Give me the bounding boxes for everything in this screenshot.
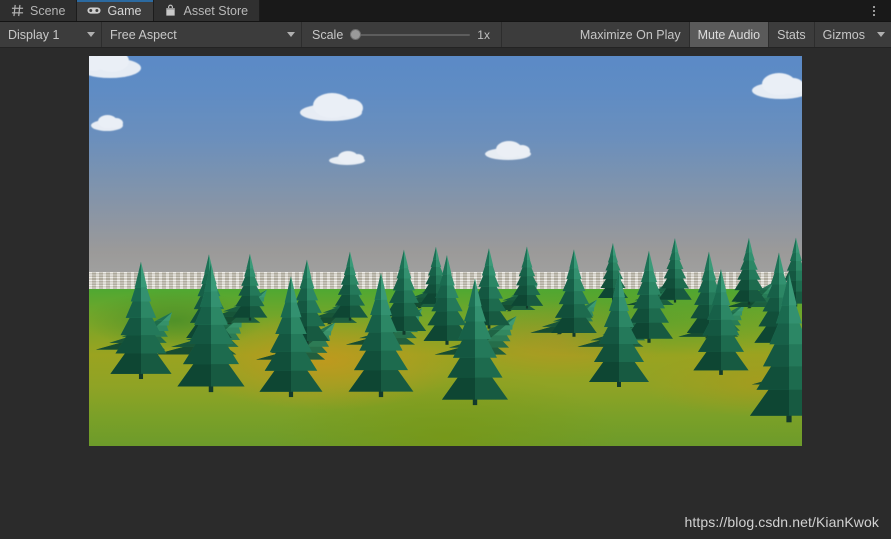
- shopping-bag-icon: [164, 4, 178, 18]
- mute-audio-label: Mute Audio: [697, 27, 761, 42]
- tree-layer: [89, 56, 802, 446]
- mute-audio-button[interactable]: Mute Audio: [689, 22, 770, 47]
- low-poly-trees: [94, 237, 802, 423]
- watermark-text: https://blog.csdn.net/KianKwok: [684, 514, 879, 530]
- maximize-on-play-label: Maximize On Play: [579, 27, 681, 42]
- tab-bar: Scene Game Asset Store: [0, 0, 891, 22]
- tab-scene[interactable]: Scene: [0, 0, 78, 21]
- gizmos-button[interactable]: Gizmos: [814, 22, 871, 47]
- unity-editor-window: Scene Game Asset Store Display 1 Free As…: [0, 0, 891, 539]
- tab-asset-store-label: Asset Store: [183, 3, 249, 18]
- game-view-toolbar: Display 1 Free Aspect Scale 1x Maximize …: [0, 22, 891, 48]
- aspect-dropdown-label: Free Aspect: [110, 27, 177, 42]
- tree-front-row: [110, 261, 802, 423]
- scale-slider-track: [350, 33, 471, 36]
- tab-scene-label: Scene: [30, 3, 66, 18]
- more-options-icon[interactable]: [865, 0, 883, 21]
- chevron-down-icon: [287, 32, 295, 37]
- chevron-down-icon: [87, 32, 95, 37]
- scale-control-group: Scale 1x: [302, 22, 503, 47]
- stats-button[interactable]: Stats: [769, 22, 815, 47]
- display-dropdown[interactable]: Display 1: [0, 22, 102, 47]
- gizmos-dropdown-button[interactable]: [871, 22, 891, 47]
- maximize-on-play-button[interactable]: Maximize On Play: [571, 22, 690, 47]
- game-view-area[interactable]: https://blog.csdn.net/KianKwok: [0, 48, 891, 539]
- scale-label: Scale: [312, 27, 344, 42]
- scale-value: 1x: [477, 27, 490, 42]
- tab-asset-store[interactable]: Asset Store: [153, 0, 261, 21]
- game-render-canvas[interactable]: [89, 56, 802, 446]
- stats-label: Stats: [777, 27, 806, 42]
- aspect-ratio-dropdown[interactable]: Free Aspect: [102, 22, 302, 47]
- tab-game-label: Game: [107, 3, 142, 18]
- gizmos-label: Gizmos: [822, 27, 865, 42]
- scale-slider-knob[interactable]: [350, 29, 362, 40]
- chevron-down-icon: [877, 32, 885, 37]
- tab-game[interactable]: Game: [77, 0, 154, 21]
- grid-icon: [10, 4, 24, 18]
- scale-slider[interactable]: [350, 28, 471, 42]
- gamepad-icon: [87, 4, 102, 18]
- display-dropdown-label: Display 1: [8, 27, 60, 42]
- toolbar-right-group: Maximize On Play Mute Audio Stats Gizmos: [571, 22, 891, 47]
